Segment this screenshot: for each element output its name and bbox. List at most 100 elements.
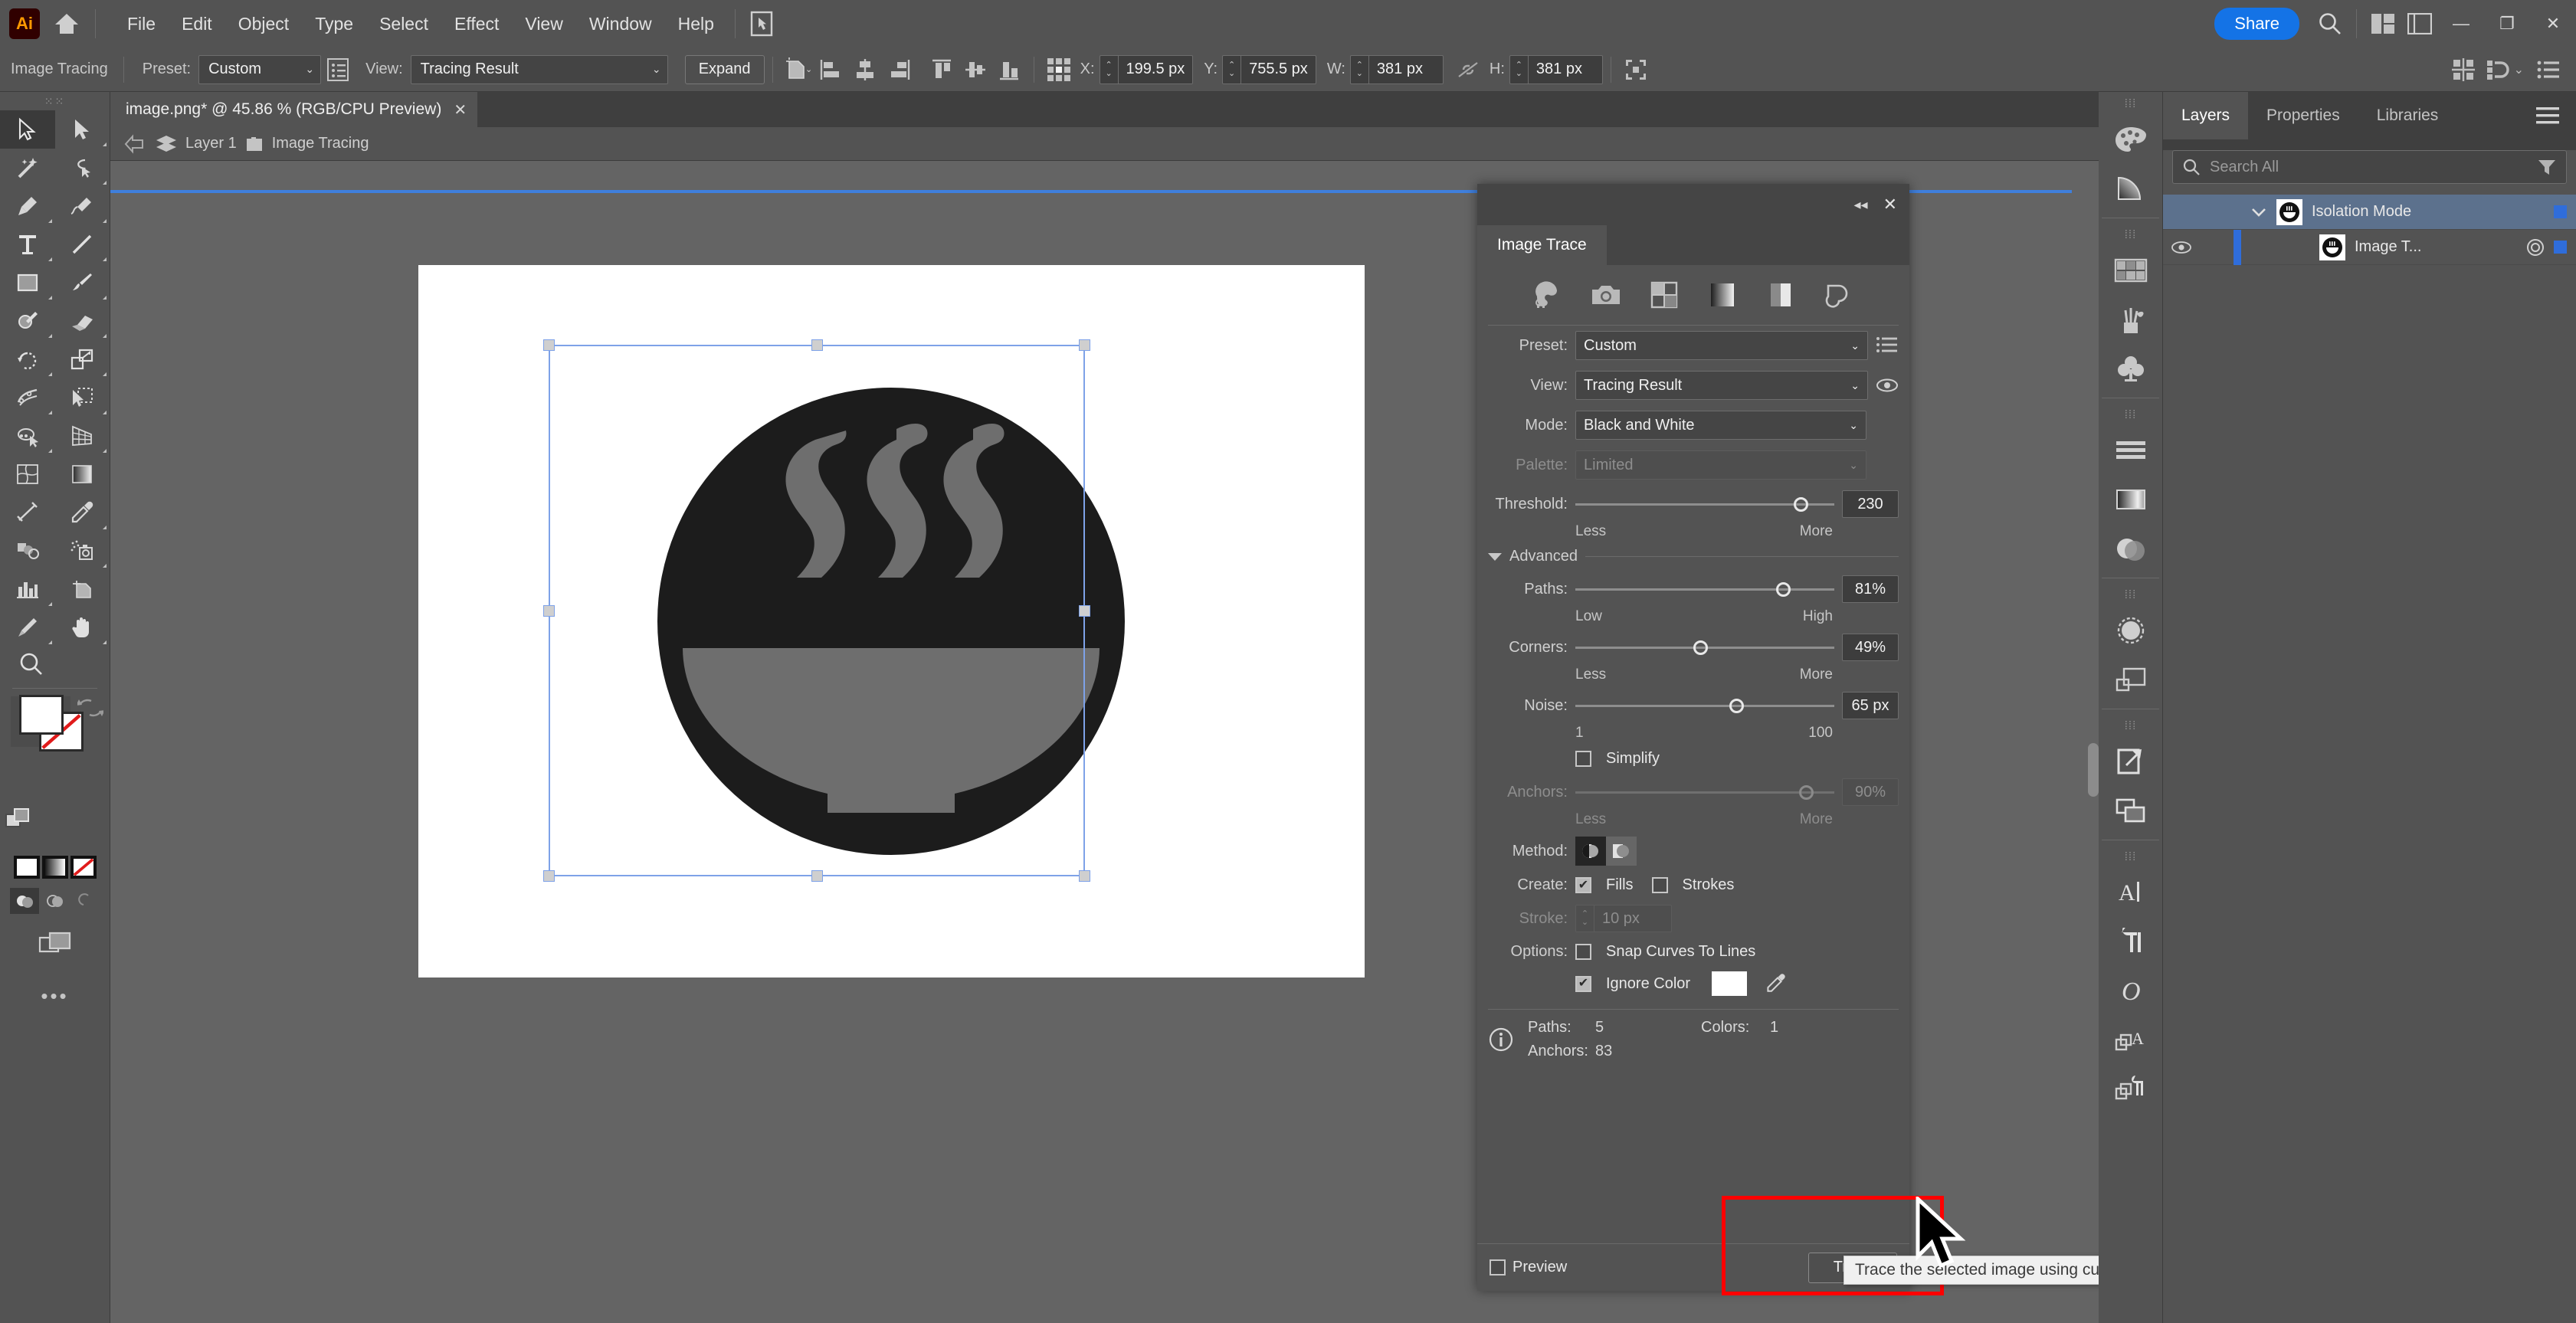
threshold-value[interactable]: 230 <box>1842 490 1899 518</box>
hand-tool[interactable] <box>55 608 110 647</box>
touch-workspace-icon[interactable] <box>743 5 780 42</box>
dock-grip-2[interactable]: ⁞⁞⁞ <box>2099 223 2162 246</box>
restore-button[interactable]: ❐ <box>2484 0 2530 47</box>
workspace-switcher-icon[interactable] <box>2401 5 2438 42</box>
close-panel-icon[interactable]: ✕ <box>1883 195 1897 214</box>
fill-swatch[interactable] <box>19 695 64 735</box>
breadcrumb-context-label[interactable]: Image Tracing <box>272 135 369 152</box>
gradient-tool[interactable] <box>55 455 110 493</box>
draw-behind-button[interactable] <box>41 888 70 914</box>
preset-dropdown[interactable]: Custom ⌄ <box>198 55 321 84</box>
tab-properties[interactable]: Properties <box>2248 92 2358 139</box>
auto-color-icon[interactable] <box>1530 279 1565 311</box>
selection-handle-br[interactable] <box>1079 870 1090 882</box>
method-overlapping-button[interactable] <box>1606 837 1637 866</box>
color-fill-button[interactable] <box>14 856 40 879</box>
menu-item-type[interactable]: Type <box>302 9 366 39</box>
dock-grip-1[interactable]: ⁞⁞⁞ <box>2099 92 2162 115</box>
eyedropper-icon[interactable] <box>1765 973 1787 994</box>
tab-layers[interactable]: Layers <box>2163 92 2248 139</box>
document-setup-icon[interactable]: ⌄ <box>781 53 814 87</box>
eye-icon[interactable] <box>1876 378 1899 393</box>
dock-grip-5[interactable]: ⁞⁞⁞ <box>2099 714 2162 737</box>
selection-handle-bl[interactable] <box>543 870 555 882</box>
default-fill-stroke-icon[interactable] <box>5 807 32 831</box>
layers-panel-menu-icon[interactable] <box>2535 92 2576 139</box>
slice-tool[interactable] <box>0 608 55 647</box>
rectangle-tool[interactable] <box>0 264 55 302</box>
expand-button[interactable]: Expand <box>685 55 765 84</box>
layer-target-icon[interactable] <box>2526 238 2545 257</box>
menu-item-help[interactable]: Help <box>665 9 727 39</box>
document-tab-close-icon[interactable]: ✕ <box>454 100 467 120</box>
threshold-slider[interactable] <box>1575 496 1834 512</box>
artboards-icon[interactable] <box>2099 655 2162 704</box>
arrange-documents-icon[interactable] <box>2365 5 2401 42</box>
more-tools-button[interactable]: ••• <box>0 978 110 1014</box>
menu-item-object[interactable]: Object <box>225 9 302 39</box>
selection-handle-bc[interactable] <box>811 870 823 882</box>
artboard-tool[interactable] <box>55 570 110 608</box>
paths-value[interactable]: 81% <box>1842 575 1899 603</box>
w-stepper[interactable]: ⌃⌄ <box>1351 56 1369 84</box>
layers-search-box[interactable]: Search All <box>2172 150 2567 184</box>
swatches-icon[interactable] <box>2099 246 2162 295</box>
tab-libraries[interactable]: Libraries <box>2358 92 2457 139</box>
color-palette-icon[interactable] <box>2099 115 2162 164</box>
menu-item-view[interactable]: View <box>512 9 575 39</box>
shaper-tool[interactable] <box>0 302 55 340</box>
method-abutting-button[interactable] <box>1575 837 1606 866</box>
corners-value[interactable]: 49% <box>1842 634 1899 661</box>
noise-value[interactable]: 65 px <box>1842 692 1899 719</box>
grayscale-icon[interactable] <box>1705 279 1740 311</box>
layer-row-image-trace[interactable]: Image T... <box>2163 230 2576 265</box>
selection-handle-tc[interactable] <box>811 339 823 351</box>
strokes-checkbox[interactable] <box>1652 877 1668 893</box>
gradient-fill-button[interactable] <box>42 856 68 879</box>
dock-grip-4[interactable]: ⁞⁞⁞ <box>2099 583 2162 606</box>
selection-handle-tl[interactable] <box>543 339 555 351</box>
view-dropdown[interactable]: Tracing Result ⌄ <box>411 55 668 84</box>
high-color-icon[interactable] <box>1588 279 1624 311</box>
free-transform-tool[interactable] <box>55 378 110 417</box>
gradient-icon[interactable] <box>2099 164 2162 213</box>
align-icon[interactable] <box>2099 426 2162 475</box>
x-field[interactable]: ⌃⌄ 199.5 px <box>1100 55 1194 84</box>
threshold-knob[interactable] <box>1794 497 1808 512</box>
search-icon[interactable] <box>2312 5 2348 42</box>
transparency-icon[interactable] <box>2099 524 2162 573</box>
canvas-scrollbar[interactable] <box>2088 743 2099 797</box>
w-field[interactable]: ⌃⌄ 381 px <box>1350 55 1444 84</box>
exit-isolation-back-icon[interactable] <box>124 134 147 154</box>
glyphs-icon[interactable]: O <box>2099 966 2162 1015</box>
noise-knob[interactable] <box>1729 699 1744 713</box>
align-top-icon[interactable] <box>925 53 959 87</box>
selection-handle-ml[interactable] <box>543 605 555 617</box>
layer-expand-chevron-icon[interactable] <box>2241 207 2276 218</box>
asset-export-icon[interactable] <box>2099 737 2162 786</box>
trace-preset-dropdown[interactable]: Custom ⌄ <box>1575 331 1868 360</box>
selection-bounding-box[interactable] <box>549 345 1085 876</box>
menu-item-file[interactable]: File <box>114 9 169 39</box>
ignore-color-checkbox[interactable] <box>1575 976 1591 992</box>
document-tab[interactable]: image.png* @ 45.86 % (RGB/CPU Preview) ✕ <box>110 92 477 127</box>
eyedropper-tool[interactable] <box>55 493 110 532</box>
dock-grip-6[interactable]: ⁞⁞⁞ <box>2099 845 2162 868</box>
selection-tool[interactable] <box>0 110 55 149</box>
character-styles-icon[interactable]: A <box>2099 1015 2162 1064</box>
align-left-icon[interactable] <box>814 53 848 87</box>
brushes-icon[interactable] <box>2099 295 2162 344</box>
menu-item-edit[interactable]: Edit <box>169 9 225 39</box>
filter-icon[interactable] <box>2537 158 2557 176</box>
mesh-tool[interactable] <box>0 455 55 493</box>
paragraph-styles-icon[interactable] <box>2099 1064 2162 1113</box>
dock-grip-3[interactable]: ⁞⁞⁞ <box>2099 403 2162 426</box>
y-field[interactable]: ⌃⌄ 755.5 px <box>1222 55 1316 84</box>
panel-options-menu-icon[interactable] <box>2532 53 2565 87</box>
symbol-sprayer-tool[interactable] <box>55 532 110 570</box>
align-center-horizontal-icon[interactable] <box>848 53 882 87</box>
transform-panel-icon[interactable] <box>1619 53 1653 87</box>
gradient-panel-icon[interactable] <box>2099 475 2162 524</box>
pen-tool[interactable] <box>0 187 55 225</box>
type-tool[interactable] <box>0 225 55 264</box>
